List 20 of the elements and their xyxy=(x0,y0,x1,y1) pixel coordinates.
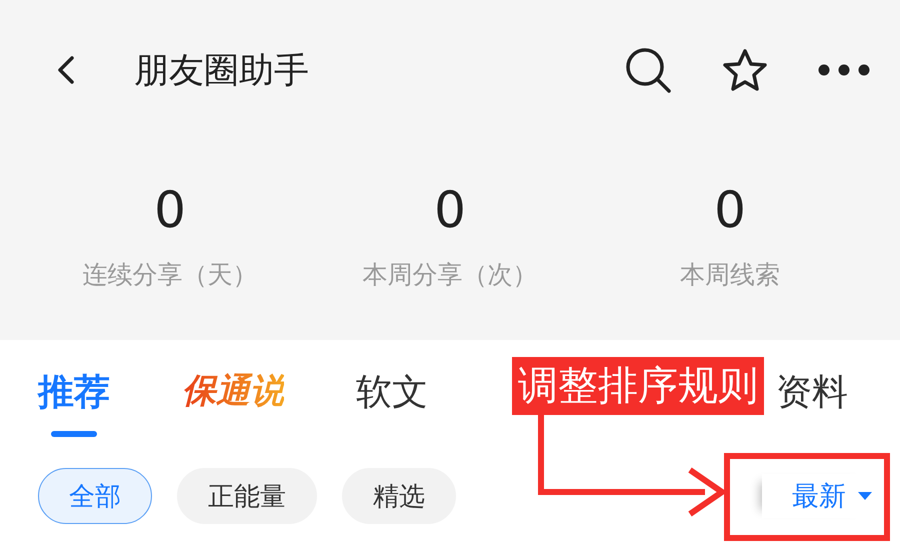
stat-value: 0 xyxy=(714,180,746,240)
stat-value: 0 xyxy=(434,180,466,240)
category-tab[interactable]: 推荐 xyxy=(38,368,110,417)
filter-chip[interactable]: 全部 xyxy=(38,468,152,524)
stat-value: 0 xyxy=(154,180,186,240)
search-icon[interactable] xyxy=(624,46,672,94)
filter-chip[interactable]: 精选 xyxy=(342,468,456,524)
annotation-label: 调整排序规则 xyxy=(512,357,764,415)
page-title: 朋友圈助手 xyxy=(134,50,310,92)
more-icon[interactable] xyxy=(818,64,870,76)
stat-label: 本周线索 xyxy=(680,259,780,291)
category-tab[interactable]: 软文 xyxy=(356,368,428,417)
stat-label: 本周分享（次） xyxy=(362,259,538,291)
stat-label: 连续分享（天） xyxy=(82,259,258,291)
caret-icon xyxy=(858,492,872,500)
tab-underline xyxy=(51,431,97,437)
star-icon[interactable] xyxy=(722,48,768,92)
category-tab[interactable]: 资料 xyxy=(776,368,848,417)
sort-dropdown[interactable]: 最新 xyxy=(792,478,846,514)
filter-chip[interactable]: 正能量 xyxy=(177,468,317,524)
